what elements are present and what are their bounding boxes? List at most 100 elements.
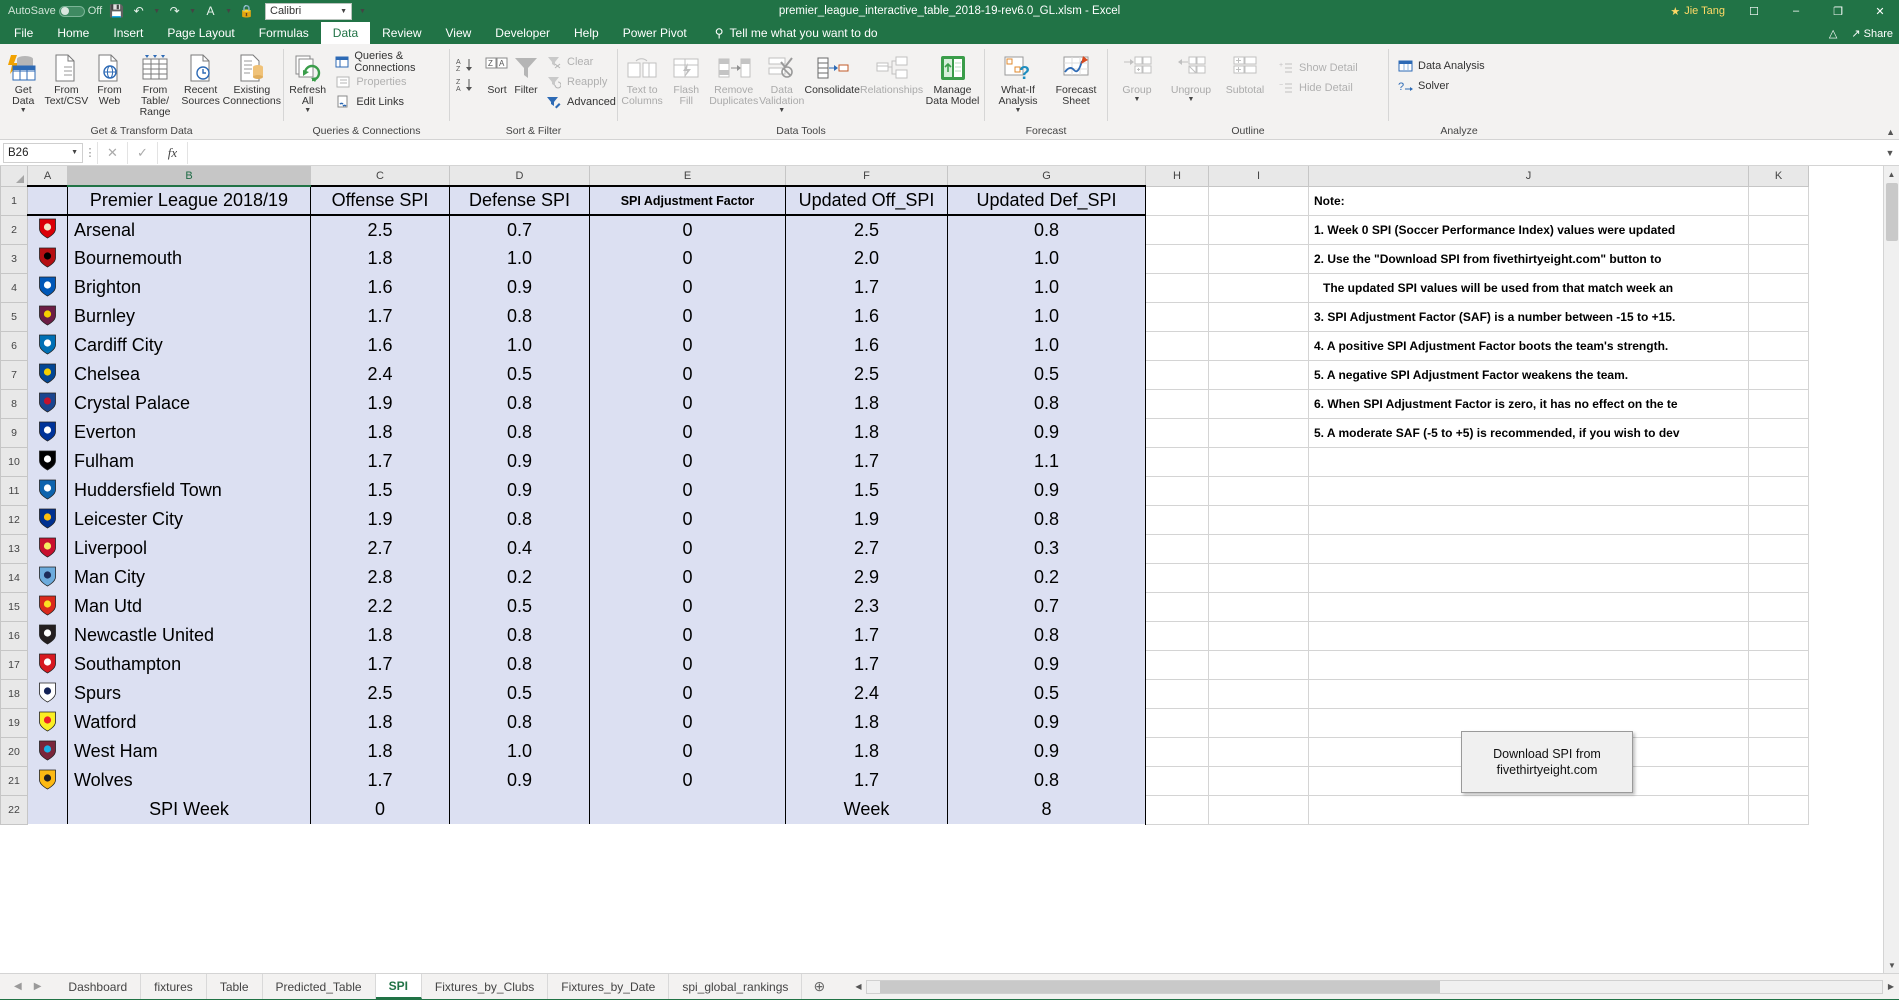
cell-A11[interactable] xyxy=(28,476,68,505)
cell-I13[interactable] xyxy=(1209,534,1309,563)
cell-A9[interactable] xyxy=(28,418,68,447)
cell-G6[interactable]: 1.0 xyxy=(948,331,1146,360)
ribbon-collapse-arrow-icon[interactable]: ▲ xyxy=(1886,127,1895,137)
cell-K13[interactable] xyxy=(1749,534,1809,563)
formula-input[interactable] xyxy=(187,142,1881,164)
cell-G20[interactable]: 0.9 xyxy=(948,737,1146,766)
cell-I18[interactable] xyxy=(1209,679,1309,708)
cell-K5[interactable] xyxy=(1749,302,1809,331)
cell-F14[interactable]: 2.9 xyxy=(786,563,948,592)
ribbon-tab-review[interactable]: Review xyxy=(370,22,433,44)
cell-I2[interactable] xyxy=(1209,215,1309,244)
cell-D3[interactable]: 1.0 xyxy=(450,244,590,273)
column-header-I[interactable]: I xyxy=(1209,166,1309,186)
minimize-button[interactable]: – xyxy=(1777,0,1815,22)
cell-F13[interactable]: 2.7 xyxy=(786,534,948,563)
cell-B14[interactable]: Man City xyxy=(68,563,311,592)
cell-G22[interactable]: 8 xyxy=(948,795,1146,824)
cell-F2[interactable]: 2.5 xyxy=(786,215,948,244)
cell-E5[interactable]: 0 xyxy=(590,302,786,331)
cell-E21[interactable]: 0 xyxy=(590,766,786,795)
sheet-tab-fixtures-by-clubs[interactable]: Fixtures_by_Clubs xyxy=(422,974,548,999)
cell-H21[interactable] xyxy=(1146,766,1209,795)
cell-H1[interactable] xyxy=(1146,186,1209,215)
forecast-sheet-button[interactable]: Forecast Sheet xyxy=(1049,49,1103,107)
column-header-B[interactable]: B xyxy=(68,166,311,186)
cell-F20[interactable]: 1.8 xyxy=(786,737,948,766)
cell-B19[interactable]: Watford xyxy=(68,708,311,737)
add-sheet-button[interactable]: ⊕ xyxy=(802,974,836,999)
cell-A6[interactable] xyxy=(28,331,68,360)
get-data-caret-icon[interactable]: ▼ xyxy=(20,107,27,114)
cell-B13[interactable]: Liverpool xyxy=(68,534,311,563)
autosave-switch-icon[interactable] xyxy=(59,6,85,17)
row-header-15[interactable]: 15 xyxy=(1,592,28,621)
cell-D15[interactable]: 0.5 xyxy=(450,592,590,621)
cell-B10[interactable]: Fulham xyxy=(68,447,311,476)
cell-J12[interactable] xyxy=(1309,505,1749,534)
cell-J22[interactable] xyxy=(1309,795,1749,824)
user-account[interactable]: ★ Jie Tang xyxy=(1670,5,1731,18)
queries-connections-button[interactable]: Queries & Connections xyxy=(335,53,443,70)
cell-F17[interactable]: 1.7 xyxy=(786,650,948,679)
ribbon-tab-formulas[interactable]: Formulas xyxy=(247,22,321,44)
vertical-scrollbar[interactable]: ▲ ▼ xyxy=(1883,166,1899,973)
row-header-16[interactable]: 16 xyxy=(1,621,28,650)
font-chevron-down-icon[interactable]: ▼ xyxy=(340,8,347,15)
undo-icon[interactable]: ↶ xyxy=(131,4,146,19)
cell-K18[interactable] xyxy=(1749,679,1809,708)
hscroll-track[interactable] xyxy=(866,980,1883,994)
cell-C20[interactable]: 1.8 xyxy=(311,737,450,766)
what-if-analysis-button[interactable]: ? What-If Analysis ▼ xyxy=(987,49,1049,114)
sort-ascending-icon[interactable]: A Z xyxy=(456,57,478,71)
ribbon-tab-page-layout[interactable]: Page Layout xyxy=(155,22,246,44)
cell-C16[interactable]: 1.8 xyxy=(311,621,450,650)
row-header-4[interactable]: 4 xyxy=(1,273,28,302)
cell-H12[interactable] xyxy=(1146,505,1209,534)
ribbon-tab-insert[interactable]: Insert xyxy=(101,22,155,44)
cell-D6[interactable]: 1.0 xyxy=(450,331,590,360)
cell-D10[interactable]: 0.9 xyxy=(450,447,590,476)
manage-data-model-button[interactable]: Manage Data Model xyxy=(923,49,982,107)
cell-E22[interactable] xyxy=(590,795,786,824)
cell-C5[interactable]: 1.7 xyxy=(311,302,450,331)
cell-C19[interactable]: 1.8 xyxy=(311,708,450,737)
horizontal-scroll-thumb[interactable] xyxy=(880,981,1440,993)
cell-D2[interactable]: 0.7 xyxy=(450,215,590,244)
sheet-next-icon[interactable]: ▶ xyxy=(34,981,42,992)
cell-F6[interactable]: 1.6 xyxy=(786,331,948,360)
font-color-caret-icon[interactable]: ▼ xyxy=(225,8,232,15)
cell-G7[interactable]: 0.5 xyxy=(948,360,1146,389)
cell-F7[interactable]: 2.5 xyxy=(786,360,948,389)
name-box-chevron-down-icon[interactable]: ▼ xyxy=(71,149,78,156)
cell-C13[interactable]: 2.7 xyxy=(311,534,450,563)
cell-C1[interactable]: Offense SPI xyxy=(311,186,450,215)
cell-F9[interactable]: 1.8 xyxy=(786,418,948,447)
cell-K9[interactable] xyxy=(1749,418,1809,447)
tell-me-box[interactable]: ⚲ Tell me what you want to do xyxy=(699,22,878,44)
cell-E4[interactable]: 0 xyxy=(590,273,786,302)
cell-C2[interactable]: 2.5 xyxy=(311,215,450,244)
cell-K1[interactable] xyxy=(1749,186,1809,215)
cell-G5[interactable]: 1.0 xyxy=(948,302,1146,331)
cell-H19[interactable] xyxy=(1146,708,1209,737)
cell-F12[interactable]: 1.9 xyxy=(786,505,948,534)
cell-C22[interactable]: 0 xyxy=(311,795,450,824)
cell-H10[interactable] xyxy=(1146,447,1209,476)
cancel-formula-icon[interactable]: ✕ xyxy=(97,142,127,164)
cell-J14[interactable] xyxy=(1309,563,1749,592)
row-header-5[interactable]: 5 xyxy=(1,302,28,331)
row-header-20[interactable]: 20 xyxy=(1,737,28,766)
cell-B5[interactable]: Burnley xyxy=(68,302,311,331)
cell-B4[interactable]: Brighton xyxy=(68,273,311,302)
ribbon-tab-help[interactable]: Help xyxy=(562,22,611,44)
cell-E9[interactable]: 0 xyxy=(590,418,786,447)
restore-button[interactable]: ❐ xyxy=(1819,0,1857,22)
column-header-J[interactable]: J xyxy=(1309,166,1749,186)
vertical-scroll-thumb[interactable] xyxy=(1886,183,1898,241)
cell-A12[interactable] xyxy=(28,505,68,534)
get-data-button[interactable]: Get Data ▼ xyxy=(2,49,44,114)
column-header-F[interactable]: F xyxy=(786,166,948,186)
cell-I7[interactable] xyxy=(1209,360,1309,389)
cell-G14[interactable]: 0.2 xyxy=(948,563,1146,592)
